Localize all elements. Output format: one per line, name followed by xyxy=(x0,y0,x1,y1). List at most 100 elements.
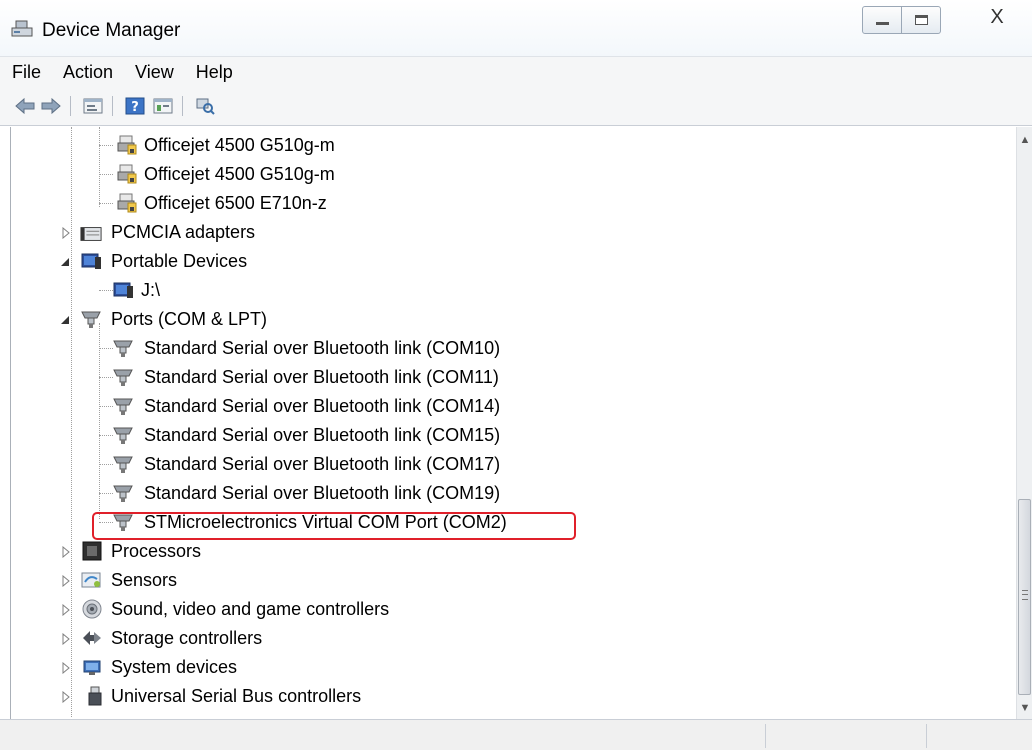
expand-arrow-icon[interactable] xyxy=(60,604,72,616)
processor-icon xyxy=(82,541,102,561)
system-devices-icon xyxy=(83,660,101,675)
toolbar: ? xyxy=(0,87,1032,126)
close-icon: X xyxy=(990,6,1004,28)
window-title: Device Manager xyxy=(42,20,181,41)
printer-warning-icon xyxy=(117,193,137,213)
tree-item[interactable]: Standard Serial over Bluetooth link (COM… xyxy=(11,479,1011,508)
tree-item-label: Standard Serial over Bluetooth link (COM… xyxy=(144,338,501,358)
tree-item[interactable]: Standard Serial over Bluetooth link (COM… xyxy=(11,334,1011,363)
port-icon xyxy=(113,456,133,473)
tree-item-label: Standard Serial over Bluetooth link (COM… xyxy=(144,483,501,503)
tree-item-label: PCMCIA adapters xyxy=(111,222,256,242)
tree-item[interactable]: J:\ xyxy=(11,276,1011,305)
storage-controller-icon xyxy=(83,631,101,645)
speaker-icon xyxy=(82,599,102,619)
tree-item-pcmcia-adapters[interactable]: PCMCIA adapters xyxy=(11,218,1011,247)
tree-item[interactable]: Standard Serial over Bluetooth link (COM… xyxy=(11,450,1011,479)
show-hide-icon[interactable] xyxy=(152,96,174,116)
toolbar-separator xyxy=(112,96,113,116)
scroll-down-arrow-icon[interactable]: ▼ xyxy=(1017,699,1032,717)
collapse-arrow-icon[interactable] xyxy=(59,256,71,268)
tree-item[interactable]: Standard Serial over Bluetooth link (COM… xyxy=(11,363,1011,392)
menu-file[interactable]: File xyxy=(0,62,51,83)
back-arrow-icon[interactable] xyxy=(14,96,36,116)
device-tree[interactable]: Officejet 4500 G510g-m Officejet 4500 G5… xyxy=(10,127,1017,719)
port-icon xyxy=(113,398,133,415)
tree-item-portable-devices[interactable]: Portable Devices xyxy=(11,247,1011,276)
tree-item-label: Officejet 6500 E710n-z xyxy=(144,193,327,213)
scroll-up-arrow-icon[interactable]: ▲ xyxy=(1017,131,1032,149)
tree-item[interactable]: Officejet 6500 E710n-z xyxy=(11,189,1011,218)
tree-item[interactable]: Standard Serial over Bluetooth link (COM… xyxy=(11,421,1011,450)
toolbar-separator xyxy=(70,96,71,116)
tree-item-storage-controllers[interactable]: Storage controllers xyxy=(11,624,1011,653)
tree-item-label: Portable Devices xyxy=(111,251,248,271)
scrollbar-thumb[interactable] xyxy=(1018,499,1031,695)
vertical-scrollbar[interactable]: ▲ ▼ xyxy=(1016,127,1032,719)
tree-item-label: Officejet 4500 G510g-m xyxy=(144,135,335,155)
expand-arrow-icon[interactable] xyxy=(60,227,72,239)
tree-item[interactable]: Standard Serial over Bluetooth link (COM… xyxy=(11,392,1011,421)
forward-arrow-icon[interactable] xyxy=(40,96,62,116)
tree-item-label: Ports (COM & LPT) xyxy=(111,309,268,329)
status-bar xyxy=(0,719,1032,750)
collapse-arrow-icon[interactable] xyxy=(59,314,71,326)
window-controls: X xyxy=(862,0,1032,38)
port-icon xyxy=(113,340,133,357)
svg-text:?: ? xyxy=(131,100,139,115)
tree-item-label: Standard Serial over Bluetooth link (COM… xyxy=(144,454,501,474)
tree-item[interactable]: Officejet 4500 G510g-m xyxy=(11,160,1011,189)
tree-item-system-devices[interactable]: System devices xyxy=(11,653,1011,682)
printer-warning-icon xyxy=(117,164,137,184)
tree-item-label: Sound, video and game controllers xyxy=(111,599,390,619)
sensor-icon xyxy=(81,572,101,588)
port-icon xyxy=(81,311,101,328)
tree-item-label: System devices xyxy=(111,657,238,677)
tree-item-label: Standard Serial over Bluetooth link (COM… xyxy=(144,367,499,387)
tree-item-processors[interactable]: Processors xyxy=(11,537,1011,566)
grip-icon xyxy=(1022,590,1028,600)
expand-arrow-icon[interactable] xyxy=(60,662,72,674)
tree-item-label: Officejet 4500 G510g-m xyxy=(144,164,335,184)
tree-item-label: Universal Serial Bus controllers xyxy=(111,686,362,706)
expand-arrow-icon[interactable] xyxy=(60,633,72,645)
scan-hardware-icon[interactable] xyxy=(194,96,216,116)
tree-item[interactable]: Officejet 4500 G510g-m xyxy=(11,131,1011,160)
tree-item-label: J:\ xyxy=(141,280,161,300)
maximize-button[interactable] xyxy=(901,6,941,34)
pcmcia-icon xyxy=(80,227,102,241)
port-icon xyxy=(113,369,133,386)
tree-item-label: Processors xyxy=(111,541,202,561)
properties-icon[interactable] xyxy=(82,96,104,116)
expand-arrow-icon[interactable] xyxy=(60,546,72,558)
menu-view[interactable]: View xyxy=(123,62,184,83)
minimize-icon xyxy=(876,22,889,25)
highlight-box xyxy=(92,512,576,540)
device-manager-icon xyxy=(11,20,33,37)
tree-item-sensors[interactable]: Sensors xyxy=(11,566,1011,595)
usb-icon xyxy=(88,686,102,706)
tree-item-sound-video-game[interactable]: Sound, video and game controllers xyxy=(11,595,1011,624)
tree-item-label: Sensors xyxy=(111,570,178,590)
minimize-button[interactable] xyxy=(862,6,902,34)
tree-item-label: Standard Serial over Bluetooth link (COM… xyxy=(144,396,501,416)
port-icon xyxy=(113,485,133,502)
maximize-icon xyxy=(915,15,928,25)
expand-arrow-icon[interactable] xyxy=(60,691,72,703)
tree-item-label: Standard Serial over Bluetooth link (COM… xyxy=(144,425,501,445)
help-icon[interactable]: ? xyxy=(124,96,146,116)
status-divider xyxy=(926,724,927,748)
tree-item-usb-controllers[interactable]: Universal Serial Bus controllers xyxy=(11,682,1011,711)
tree-item-ports[interactable]: Ports (COM & LPT) xyxy=(11,305,1011,334)
menu-action[interactable]: Action xyxy=(51,62,123,83)
port-icon xyxy=(113,427,133,444)
toolbar-separator xyxy=(182,96,183,116)
menu-bar: File Action View Help xyxy=(0,56,1032,87)
title-bar: Device Manager X xyxy=(0,0,1032,56)
printer-warning-icon xyxy=(117,135,137,155)
portable-device-icon xyxy=(113,282,133,298)
menu-help[interactable]: Help xyxy=(184,62,243,83)
portable-device-icon xyxy=(81,253,101,269)
close-button[interactable]: X xyxy=(972,2,1022,32)
expand-arrow-icon[interactable] xyxy=(60,575,72,587)
